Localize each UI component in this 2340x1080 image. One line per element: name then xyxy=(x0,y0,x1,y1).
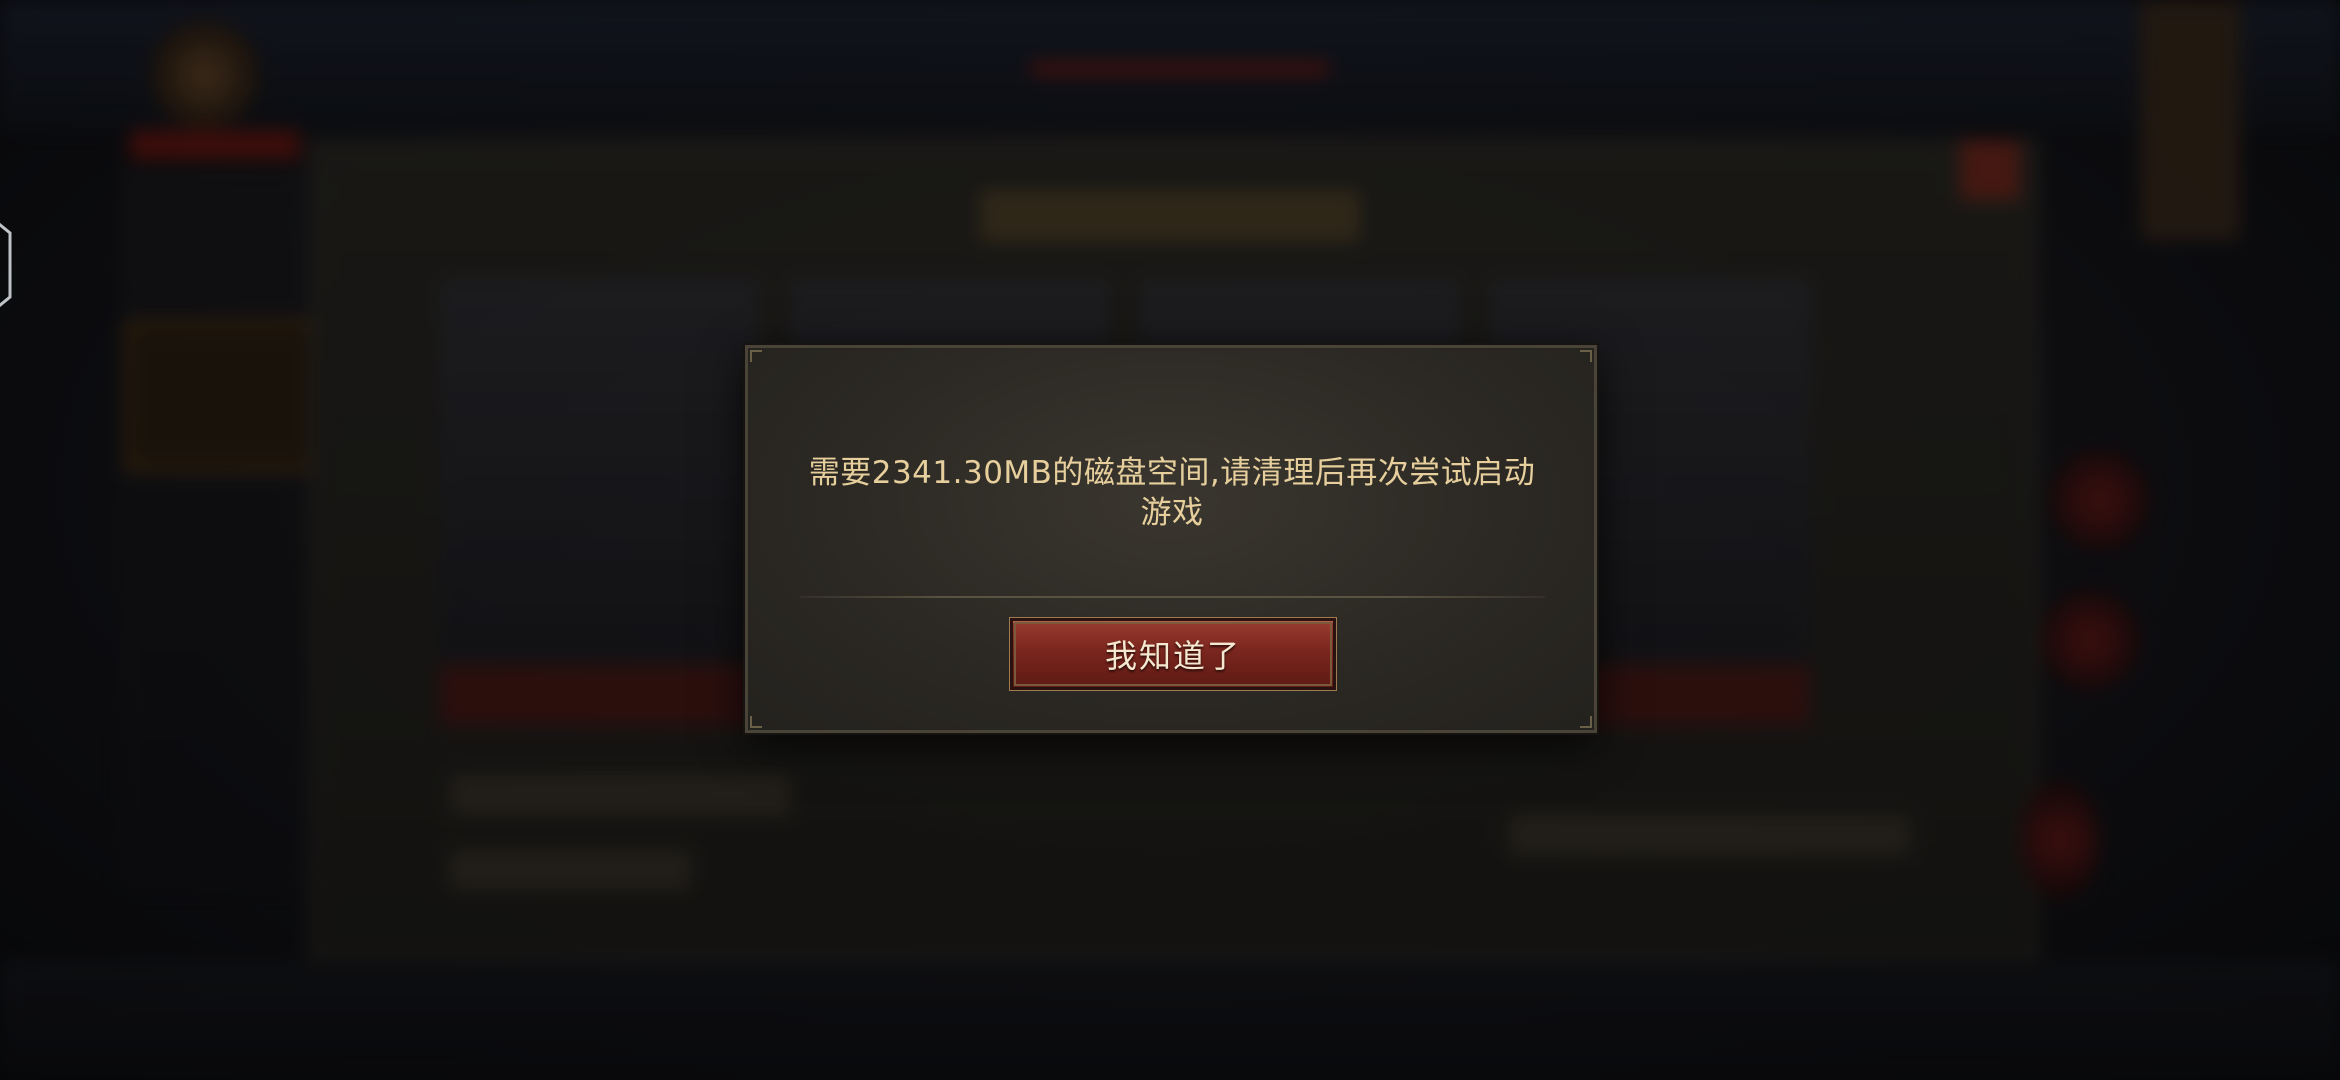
game-screen: 需要2341.30MB的磁盘空间,请清理后再次尝试启动游戏 我知道了 xyxy=(0,0,2340,1080)
confirm-button-label: 我知道了 xyxy=(1104,637,1241,675)
dialog-corner-ornament xyxy=(1580,350,1592,362)
dialog-corner-ornament xyxy=(750,716,762,728)
dialog-divider xyxy=(800,596,1545,598)
dialog-corner-ornament xyxy=(1580,716,1592,728)
dialog-message: 需要2341.30MB的磁盘空间,请清理后再次尝试启动游戏 xyxy=(808,455,1536,531)
dialog-corner-ornament xyxy=(750,350,762,362)
disk-space-dialog: 需要2341.30MB的磁盘空间,请清理后再次尝试启动游戏 我知道了 xyxy=(745,345,1597,733)
confirm-button[interactable]: 我知道了 xyxy=(1010,618,1336,690)
side-pull-tab-icon[interactable] xyxy=(0,215,14,315)
